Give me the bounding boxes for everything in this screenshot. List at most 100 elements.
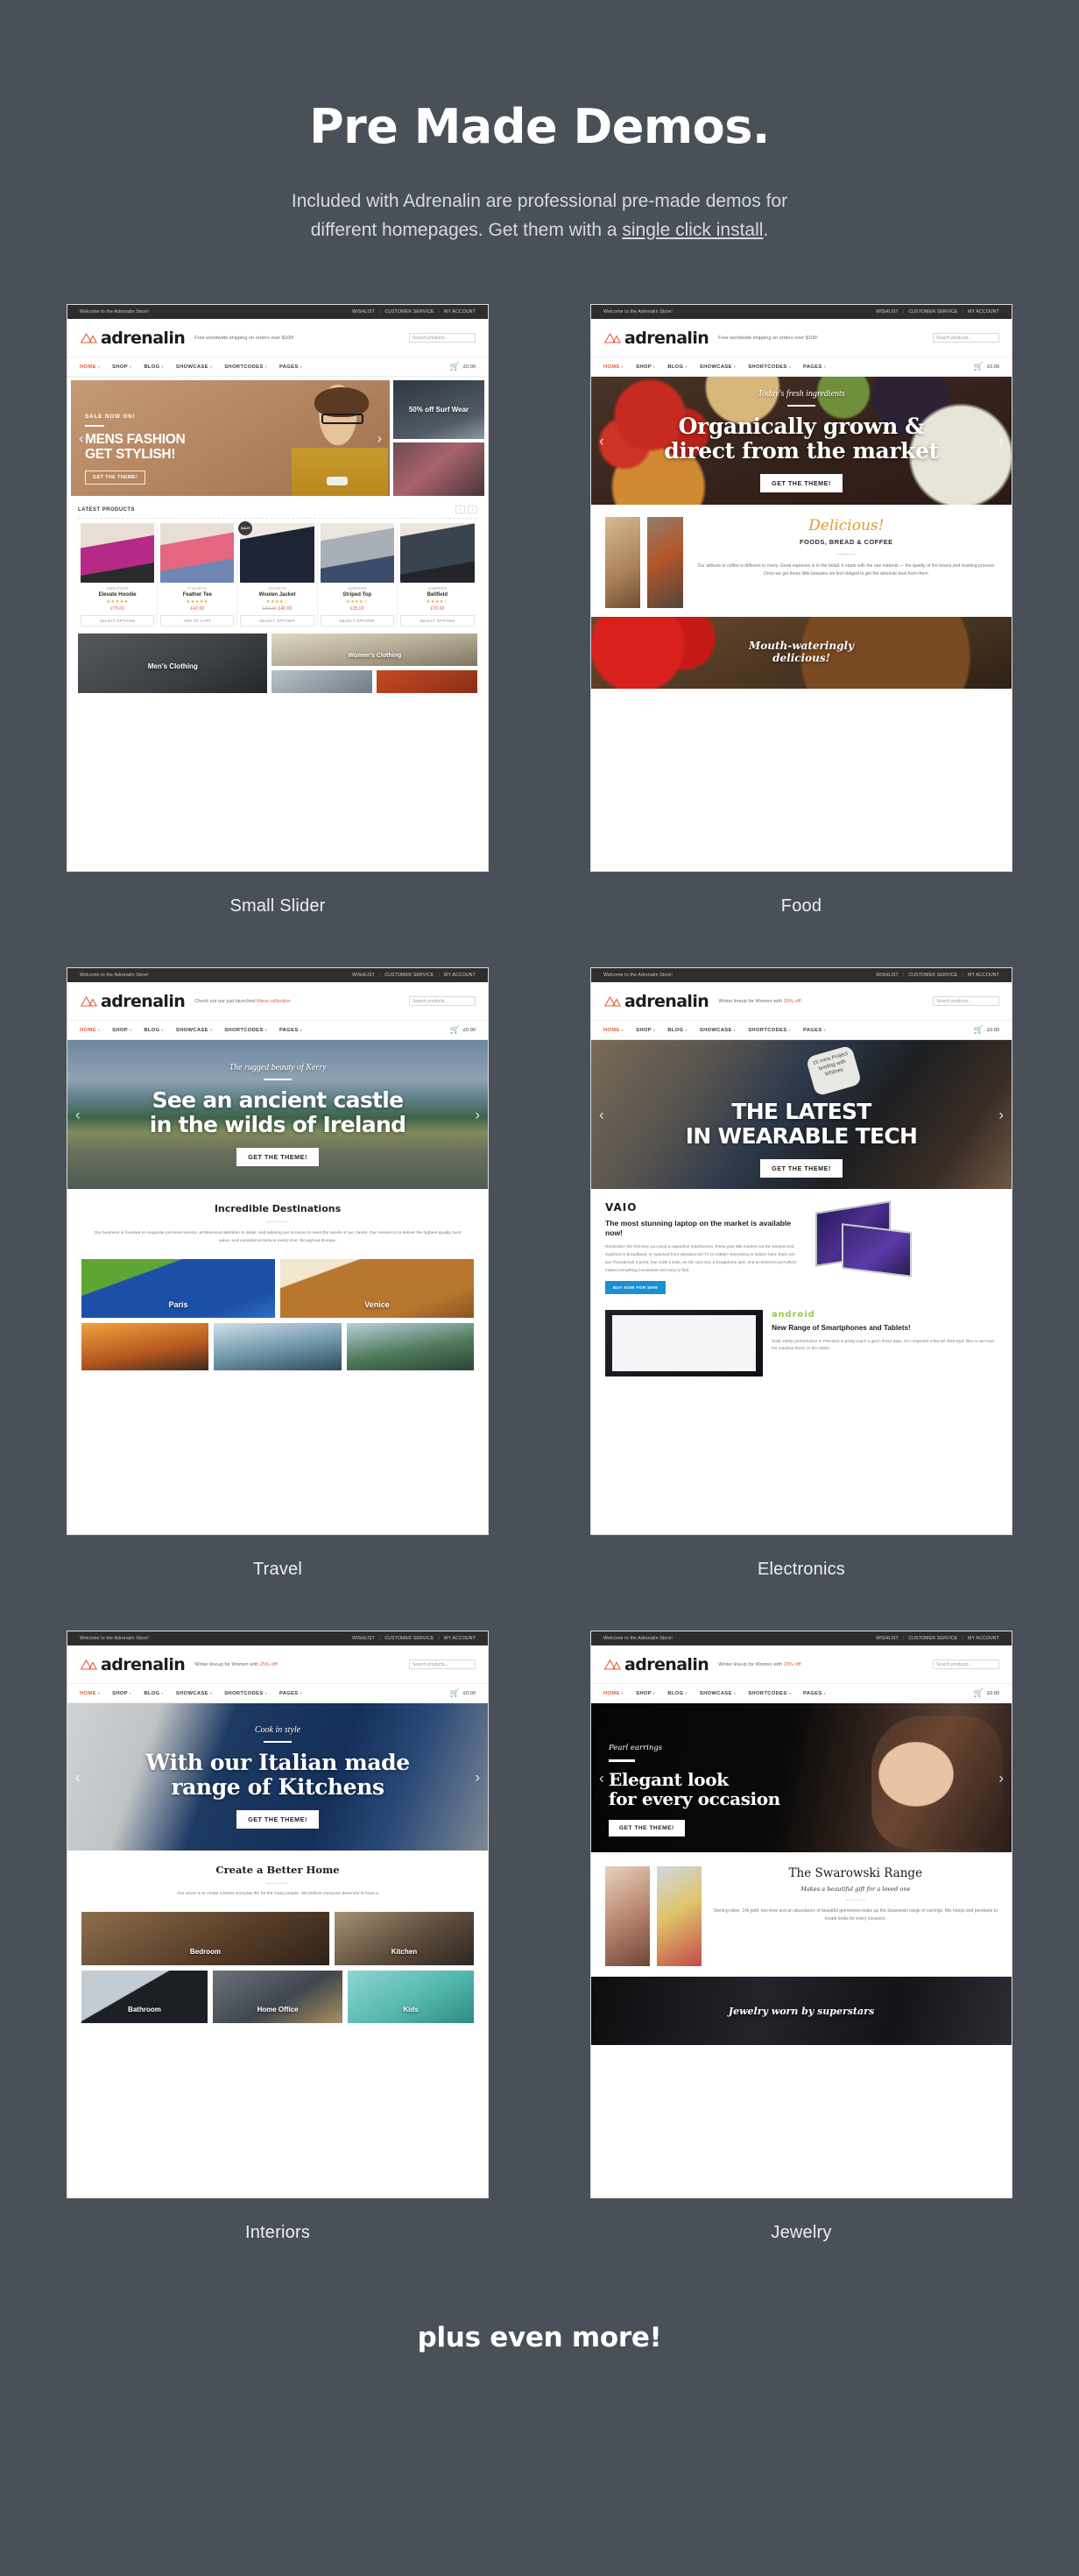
nav-item-shortcodes[interactable]: SHORTCODES ▾ bbox=[224, 1028, 267, 1033]
topbar-link-my-account[interactable]: MY ACCOUNT bbox=[444, 1636, 476, 1641]
hero-cta-button[interactable]: GET THE THEME! bbox=[85, 470, 146, 485]
topbar-links[interactable]: WISHLIST | CUSTOMER SERVICE | MY ACCOUNT bbox=[876, 309, 999, 315]
store-navbar[interactable]: HOME ▾ SHOP ▾ BLOG ▾ SHOWCASE ▾ SHORTCODES ▾ … bbox=[67, 1021, 488, 1041]
hero-slider[interactable]: 15 mins Project briefing with Whitney TH… bbox=[591, 1040, 1012, 1190]
nav-item-home[interactable]: HOME ▾ bbox=[603, 1028, 624, 1033]
nav-item-shortcodes[interactable]: SHORTCODES ▾ bbox=[224, 364, 267, 370]
nav-item-pages[interactable]: PAGES ▾ bbox=[279, 1691, 302, 1696]
nav-item-shortcodes[interactable]: SHORTCODES ▾ bbox=[748, 1691, 791, 1696]
topbar-link-my-account[interactable]: MY ACCOUNT bbox=[444, 973, 476, 978]
store-navbar[interactable]: HOME ▾ SHOP ▾ BLOG ▾ SHOWCASE ▾ SHORTCODES ▾ … bbox=[591, 1021, 1012, 1041]
demo-screenshot-food[interactable]: Welcome to the Adrenalin Store! WISHLIST… bbox=[590, 304, 1012, 873]
vaio-buy-button[interactable]: BUY NOW FOR $999 bbox=[605, 1281, 666, 1295]
slider-prev-arrow[interactable]: ‹ bbox=[599, 434, 604, 449]
store-navbar[interactable]: HOME ▾ SHOP ▾ BLOG ▾ SHOWCASE ▾ SHORTCODES ▾ … bbox=[591, 1684, 1012, 1704]
slider-next-arrow[interactable]: › bbox=[998, 1108, 1004, 1122]
product-card[interactable]: SALE! JACKETS Woolen Jacket ★★★★☆ £80.00… bbox=[237, 521, 318, 627]
product-card[interactable]: SWEATERS Elevate Hoodie ★★★★★ £79.00 SEL… bbox=[78, 523, 159, 627]
search-input[interactable]: Search products... bbox=[409, 333, 476, 343]
topbar-links[interactable]: WISHLIST | CUSTOMER SERVICE | MY ACCOUNT bbox=[876, 973, 999, 978]
cart-widget[interactable]: 🛒 £0.00 bbox=[450, 1689, 476, 1697]
tagline-link[interactable]: 25% off! bbox=[784, 999, 801, 1004]
topbar-links[interactable]: WISHLIST | CUSTOMER SERVICE | MY ACCOUNT bbox=[352, 973, 476, 978]
nav-item-showcase[interactable]: SHOWCASE ▾ bbox=[700, 1691, 736, 1696]
nav-item-blog[interactable]: BLOG ▾ bbox=[144, 1028, 164, 1033]
slider-next-arrow[interactable]: › bbox=[998, 434, 1004, 449]
slider-prev-arrow[interactable]: ‹ bbox=[79, 431, 84, 446]
nav-item-shop[interactable]: SHOP ▾ bbox=[636, 1691, 655, 1696]
destination-tile[interactable] bbox=[214, 1322, 342, 1370]
demo-card-interiors[interactable]: Welcome to the Adrenalin Store! WISHLIST… bbox=[67, 1631, 489, 2283]
carousel-next-icon[interactable]: › bbox=[468, 506, 477, 514]
topbar-link-customer-service[interactable]: CUSTOMER SERVICE bbox=[908, 973, 957, 978]
slider-prev-arrow[interactable]: ‹ bbox=[75, 1108, 81, 1122]
nav-item-home[interactable]: HOME ▾ bbox=[603, 364, 624, 370]
cart-widget[interactable]: 🛒 £0.00 bbox=[450, 1026, 476, 1034]
demo-card-small-slider[interactable]: Welcome to the Adrenalin Store! WISHLIST… bbox=[67, 304, 489, 957]
hero-slider[interactable]: Today's fresh ingredients Organically gr… bbox=[591, 377, 1012, 506]
nav-item-showcase[interactable]: SHOWCASE ▾ bbox=[700, 364, 736, 370]
cart-widget[interactable]: 🛒 £0.00 bbox=[974, 1689, 999, 1697]
tagline-link[interactable]: 25% off! bbox=[260, 1662, 278, 1667]
category-banner-tile[interactable] bbox=[377, 669, 478, 694]
search-input[interactable]: Search products... bbox=[409, 996, 476, 1007]
nav-item-blog[interactable]: BLOG ▾ bbox=[144, 364, 164, 370]
demo-screenshot-electronics[interactable]: Welcome to the Adrenalin Store! WISHLIST… bbox=[590, 967, 1012, 1536]
topbar-link-wishlist[interactable]: WISHLIST bbox=[352, 973, 375, 978]
demo-card-travel[interactable]: Welcome to the Adrenalin Store! WISHLIST… bbox=[67, 967, 489, 1620]
room-tile-bedroom[interactable]: Bedroom bbox=[81, 1911, 329, 1965]
topbar-links[interactable]: WISHLIST | CUSTOMER SERVICE | MY ACCOUNT bbox=[876, 1636, 999, 1641]
cart-widget[interactable]: 🛒 £0.00 bbox=[450, 363, 476, 371]
product-action-button[interactable]: ADD TO CART bbox=[160, 615, 235, 627]
hero-cta-button[interactable]: GET THE THEME! bbox=[760, 474, 843, 493]
hero-cta-button[interactable]: GET THE THEME! bbox=[760, 1158, 843, 1178]
room-tile-kids[interactable]: Kids bbox=[348, 1970, 474, 2023]
nav-item-showcase[interactable]: SHOWCASE ▾ bbox=[176, 1028, 212, 1033]
hero-slider[interactable]: Pearl earrings Elegant look for every oc… bbox=[591, 1703, 1012, 1853]
slider-prev-arrow[interactable]: ‹ bbox=[599, 1108, 604, 1122]
product-card[interactable]: JUMPERS Striped Top ★★★★☆ £35.00 SELECT … bbox=[318, 523, 398, 627]
nav-item-shop[interactable]: SHOP ▾ bbox=[112, 1028, 131, 1033]
nav-item-home[interactable]: HOME ▾ bbox=[603, 1691, 624, 1696]
nav-item-shortcodes[interactable]: SHORTCODES ▾ bbox=[224, 1691, 267, 1696]
nav-item-shop[interactable]: SHOP ▾ bbox=[636, 364, 655, 370]
nav-item-blog[interactable]: BLOG ▾ bbox=[144, 1691, 164, 1696]
demo-card-food[interactable]: Welcome to the Adrenalin Store! WISHLIST… bbox=[590, 304, 1012, 957]
search-input[interactable]: Search products... bbox=[933, 333, 999, 343]
demo-card-jewelry[interactable]: Welcome to the Adrenalin Store! WISHLIST… bbox=[590, 1631, 1012, 2283]
category-banner-tile[interactable] bbox=[272, 669, 373, 694]
topbar-link-wishlist[interactable]: WISHLIST bbox=[352, 1636, 375, 1641]
cart-widget[interactable]: 🛒 £0.00 bbox=[974, 1026, 999, 1034]
topbar-link-my-account[interactable]: MY ACCOUNT bbox=[968, 309, 999, 315]
tagline-link[interactable]: Mens collection bbox=[257, 999, 291, 1004]
nav-item-blog[interactable]: BLOG ▾ bbox=[667, 1028, 688, 1033]
slider-next-arrow[interactable]: › bbox=[377, 431, 382, 446]
carousel-controls[interactable]: ‹ › bbox=[455, 506, 477, 514]
hero-slider[interactable]: Cook in style With our Italian made rang… bbox=[67, 1703, 488, 1851]
slider-prev-arrow[interactable]: ‹ bbox=[75, 1770, 81, 1785]
search-input[interactable]: Search products... bbox=[409, 1660, 476, 1670]
room-tile-home-office[interactable]: Home Office bbox=[212, 1970, 343, 2023]
destination-tile[interactable] bbox=[81, 1322, 209, 1370]
slider-prev-arrow[interactable]: ‹ bbox=[599, 1771, 604, 1786]
destination-tile-paris[interactable]: Paris bbox=[81, 1258, 275, 1318]
logo[interactable]: adrenalin bbox=[603, 992, 709, 1011]
product-action-button[interactable]: SELECT OPTIONS bbox=[81, 615, 155, 627]
topbar-links[interactable]: WISHLIST | CUSTOMER SERVICE | MY ACCOUNT bbox=[352, 1636, 476, 1641]
search-input[interactable]: Search products... bbox=[933, 1660, 999, 1670]
hero-cta-button[interactable]: GET THE THEME! bbox=[236, 1148, 319, 1167]
hero-cta-button[interactable]: GET THE THEME! bbox=[609, 1819, 685, 1836]
topbar-link-wishlist[interactable]: WISHLIST bbox=[876, 309, 899, 315]
destination-tile-venice[interactable]: Venice bbox=[280, 1258, 474, 1318]
nav-item-pages[interactable]: PAGES ▾ bbox=[279, 364, 302, 370]
room-tile-kitchen[interactable]: Kitchen bbox=[334, 1911, 474, 1965]
tagline-link[interactable]: 25% off! bbox=[784, 1662, 801, 1667]
promo-tile-surf[interactable]: 50% off Surf Wear bbox=[393, 380, 484, 439]
nav-item-home[interactable]: HOME ▾ bbox=[80, 364, 100, 370]
hero-slider[interactable]: SALE NOW ON! MENS FASHION GET STYLISH! G… bbox=[71, 380, 390, 497]
destination-tile[interactable] bbox=[346, 1322, 474, 1370]
room-tile-bathroom[interactable]: Bathroom bbox=[81, 1970, 208, 2023]
product-action-button[interactable]: SELECT OPTIONS bbox=[240, 615, 314, 627]
store-navbar[interactable]: HOME ▾ SHOP ▾ BLOG ▾ SHOWCASE ▾ SHORTCODES ▾ … bbox=[67, 357, 488, 378]
jewelry-bottom-banner[interactable]: Jewelry worn by superstars bbox=[591, 1977, 1012, 2046]
